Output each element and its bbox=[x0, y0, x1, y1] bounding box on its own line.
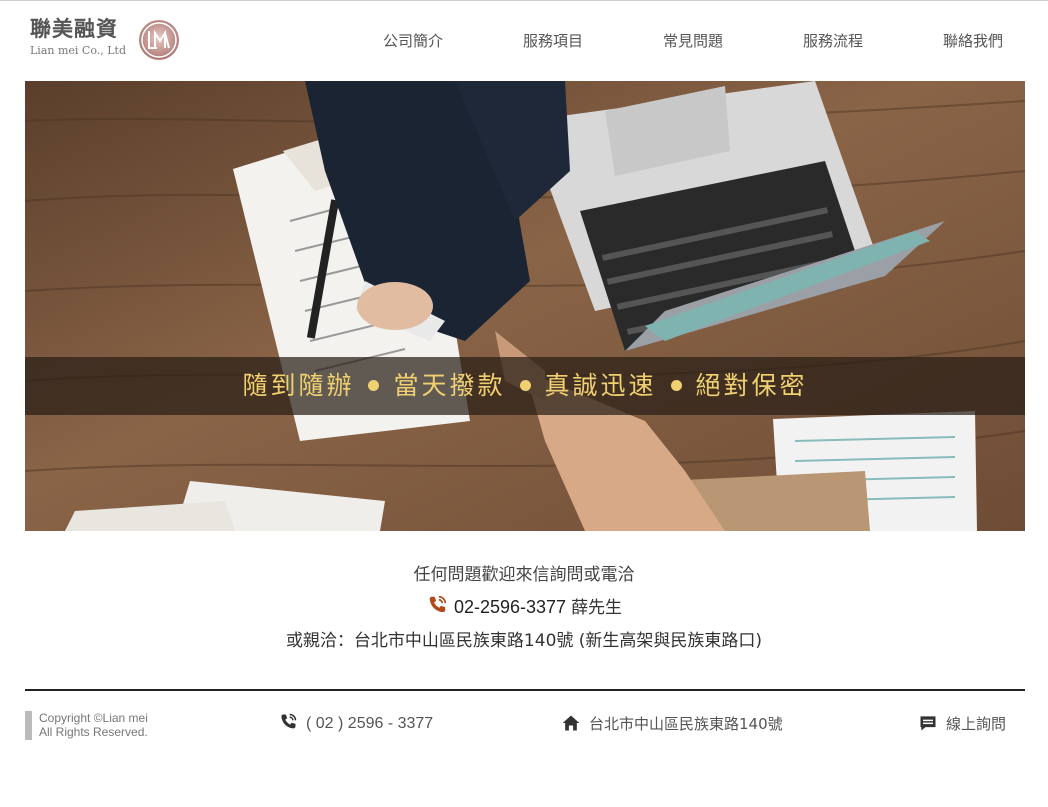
site-footer: Copyright ©Lian mei All Rights Reserved.… bbox=[0, 700, 1048, 750]
nav-item-faq[interactable]: 常見問題 bbox=[663, 30, 723, 52]
nav-item-process[interactable]: 服務流程 bbox=[803, 30, 863, 52]
home-icon bbox=[562, 715, 580, 731]
copyright-line-2: All Rights Reserved. bbox=[39, 725, 148, 739]
bullet-dot bbox=[670, 380, 682, 391]
chat-bubble-icon bbox=[920, 716, 936, 731]
bullet-dot bbox=[519, 380, 531, 391]
phone-ringing-icon bbox=[281, 713, 297, 729]
nav-item-contact[interactable]: 聯絡我們 bbox=[943, 30, 1003, 52]
copyright: Copyright ©Lian mei All Rights Reserved. bbox=[39, 711, 148, 739]
slogan-3: 真誠迅速 bbox=[544, 371, 657, 400]
contact-address: 或親洽：台北市中山區民族東路140號 (新生高架與民族東路口) bbox=[285, 631, 763, 651]
main-nav: 公司簡介 服務項目 常見問題 服務流程 聯絡我們 bbox=[0, 30, 1048, 54]
nav-item-about[interactable]: 公司簡介 bbox=[383, 30, 443, 52]
online-inquiry-label: 線上詢問 bbox=[946, 715, 1007, 733]
site-header: 聯美融資 Lian mei Co., Ltd 公司簡介 服務項目 常見問題 服務… bbox=[0, 0, 1048, 80]
phone-ringing-icon bbox=[429, 595, 447, 613]
copyright-line-1: Copyright ©Lian mei bbox=[39, 711, 148, 725]
footer-phone-number: ( 02 ) 2596 - 3377 bbox=[306, 715, 434, 732]
slogan-2: 當天撥款 bbox=[393, 371, 506, 400]
footer-phone[interactable]: ( 02 ) 2596 - 3377 bbox=[278, 712, 433, 736]
hero-banner: 隨到隨辦 當天撥款 真誠迅速 絕對保密 bbox=[25, 81, 1025, 531]
bullet-dot bbox=[368, 380, 380, 391]
contact-intro: 任何問題歡迎來信詢問或電洽 bbox=[413, 565, 635, 585]
contact-person: 薛先生 bbox=[571, 598, 623, 618]
slogan-4: 絕對保密 bbox=[695, 371, 808, 400]
online-inquiry-link[interactable]: 線上詢問 bbox=[918, 712, 1006, 736]
contact-phone-line: 02-2596-3377 薛先生 bbox=[0, 590, 1048, 626]
hero-photo-handshake bbox=[25, 81, 1025, 531]
footer-divider bbox=[25, 689, 1025, 691]
footer-address: 台北市中山區民族東路140號 bbox=[561, 712, 783, 736]
slogan-banner: 隨到隨辦 當天撥款 真誠迅速 絕對保密 bbox=[25, 357, 1025, 415]
contact-section: 任何問題歡迎來信詢問或電洽 02-2596-3377 薛先生 或親洽：台北市中山… bbox=[0, 560, 1048, 656]
nav-item-services[interactable]: 服務項目 bbox=[523, 30, 583, 52]
contact-phone-number[interactable]: 02-2596-3377 bbox=[454, 597, 566, 617]
copyright-accent-bar bbox=[25, 711, 32, 740]
slogan-1: 隨到隨辦 bbox=[242, 371, 355, 400]
footer-address-text: 台北市中山區民族東路140號 bbox=[589, 715, 783, 733]
